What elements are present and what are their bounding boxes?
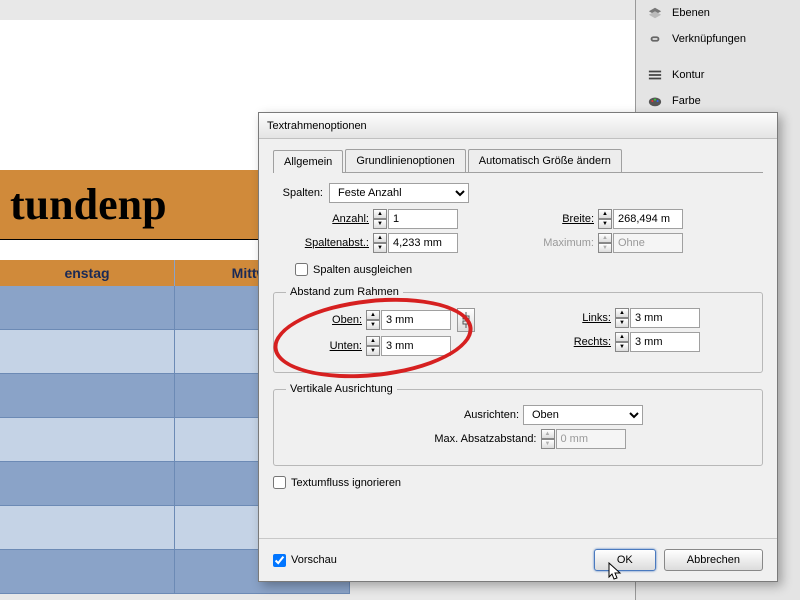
palette-icon bbox=[646, 94, 664, 108]
vertical-group: Vertikale Ausrichtung Ausrichten: Oben M… bbox=[273, 383, 763, 466]
left-field[interactable] bbox=[630, 308, 700, 328]
count-field[interactable] bbox=[388, 209, 458, 229]
gutter-up[interactable]: ▲ bbox=[373, 233, 387, 243]
doc-title-text: tundenp bbox=[10, 179, 167, 230]
inset-legend: Abstand zum Rahmen bbox=[286, 286, 403, 298]
count-label: Anzahl: bbox=[293, 213, 373, 225]
panel-item-label: Verknüpfungen bbox=[672, 33, 746, 45]
para-spacing-label: Max. Absatzabstand: bbox=[411, 433, 541, 445]
ok-button[interactable]: OK bbox=[594, 549, 656, 571]
tab-baseline[interactable]: Grundlinienoptionen bbox=[345, 149, 465, 172]
columns-type-select[interactable]: Feste Anzahl bbox=[329, 183, 469, 203]
para-spacing-field bbox=[556, 429, 626, 449]
count-up[interactable]: ▲ bbox=[373, 209, 387, 219]
count-down[interactable]: ▼ bbox=[373, 219, 387, 229]
panel-item-stroke[interactable]: Kontur bbox=[636, 62, 800, 88]
text-frame-options-dialog: Textrahmenoptionen Allgemein Grundlinien… bbox=[258, 112, 778, 582]
stroke-icon bbox=[646, 68, 664, 82]
right-up[interactable]: ▲ bbox=[615, 332, 629, 342]
ignore-wrap-checkbox[interactable] bbox=[273, 476, 286, 489]
bottom-down[interactable]: ▼ bbox=[366, 346, 380, 356]
panel-item-color[interactable]: Farbe bbox=[636, 88, 800, 114]
bottom-up[interactable]: ▲ bbox=[366, 336, 380, 346]
table-header-cell: enstag bbox=[0, 260, 175, 286]
preview-checkbox[interactable] bbox=[273, 554, 286, 567]
max-up: ▲ bbox=[598, 233, 612, 243]
link-insets-button[interactable] bbox=[457, 308, 475, 332]
balance-columns-label: Spalten ausgleichen bbox=[313, 264, 412, 276]
cancel-button[interactable]: Abbrechen bbox=[664, 549, 763, 571]
panel-item-links[interactable]: Verknüpfungen bbox=[636, 26, 800, 52]
gutter-down[interactable]: ▼ bbox=[373, 243, 387, 253]
balance-columns-checkbox[interactable] bbox=[295, 263, 308, 276]
ignore-wrap-label: Textumfluss ignorieren bbox=[291, 477, 401, 489]
panel-item-label: Ebenen bbox=[672, 7, 710, 19]
right-field[interactable] bbox=[630, 332, 700, 352]
width-up[interactable]: ▲ bbox=[598, 209, 612, 219]
width-field[interactable] bbox=[613, 209, 683, 229]
layers-icon bbox=[646, 6, 664, 20]
inset-group: Abstand zum Rahmen Oben: ▲▼ Unt bbox=[273, 286, 763, 373]
links-icon bbox=[646, 32, 664, 46]
dialog-title: Textrahmenoptionen bbox=[259, 113, 777, 139]
vertical-legend: Vertikale Ausrichtung bbox=[286, 383, 397, 395]
panel-item-layers[interactable]: Ebenen bbox=[636, 0, 800, 26]
gutter-label: Spaltenabst.: bbox=[293, 237, 373, 249]
left-up[interactable]: ▲ bbox=[615, 308, 629, 318]
columns-label: Spalten: bbox=[273, 187, 329, 199]
top-up[interactable]: ▲ bbox=[366, 310, 380, 320]
left-label: Links: bbox=[535, 312, 615, 324]
right-down[interactable]: ▼ bbox=[615, 342, 629, 352]
width-down[interactable]: ▼ bbox=[598, 219, 612, 229]
max-field bbox=[613, 233, 683, 253]
panel-item-label: Farbe bbox=[672, 95, 701, 107]
dialog-tabs: Allgemein Grundlinienoptionen Automatisc… bbox=[273, 149, 763, 173]
gutter-field[interactable] bbox=[388, 233, 458, 253]
tab-autosize[interactable]: Automatisch Größe ändern bbox=[468, 149, 622, 172]
bottom-label: Unten: bbox=[286, 340, 366, 352]
left-down[interactable]: ▼ bbox=[615, 318, 629, 328]
max-label: Maximum: bbox=[518, 237, 598, 249]
top-down[interactable]: ▼ bbox=[366, 320, 380, 330]
para-down: ▼ bbox=[541, 439, 555, 449]
tab-general[interactable]: Allgemein bbox=[273, 150, 343, 173]
top-label: Oben: bbox=[286, 314, 366, 326]
panel-item-label: Kontur bbox=[672, 69, 704, 81]
top-field[interactable] bbox=[381, 310, 451, 330]
align-select[interactable]: Oben bbox=[523, 405, 643, 425]
right-label: Rechts: bbox=[535, 336, 615, 348]
para-up: ▲ bbox=[541, 429, 555, 439]
dialog-footer: Vorschau OK Abbrechen bbox=[259, 538, 777, 581]
bottom-field[interactable] bbox=[381, 336, 451, 356]
max-down: ▼ bbox=[598, 243, 612, 253]
width-label: Breite: bbox=[518, 213, 598, 225]
align-label: Ausrichten: bbox=[393, 409, 523, 421]
preview-label: Vorschau bbox=[291, 554, 337, 566]
